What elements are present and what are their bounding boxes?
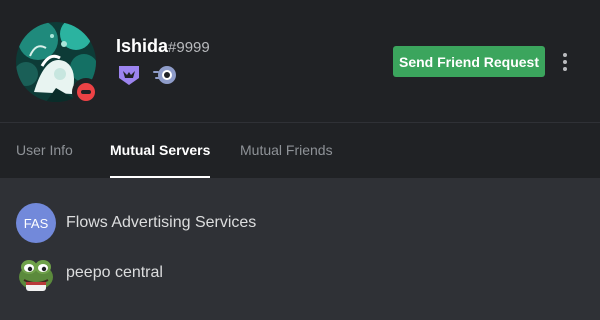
profile-header: Ishida #9999 Send Friend Request [0, 0, 600, 122]
username-row: Ishida #9999 [116, 36, 210, 57]
hypesquad-icon[interactable] [116, 62, 142, 88]
send-friend-request-button[interactable]: Send Friend Request [393, 46, 545, 77]
user-profile-modal: Ishida #9999 Send Friend Request User In… [0, 0, 600, 320]
nitro-boost-icon[interactable] [152, 62, 178, 88]
avatar[interactable] [16, 22, 100, 106]
server-icon: FAS [16, 203, 56, 243]
server-name: peepo central [66, 264, 163, 281]
more-vertical-icon[interactable] [556, 49, 574, 75]
tab-mutual-servers[interactable]: Mutual Servers [110, 123, 211, 178]
do-not-disturb-icon [77, 83, 95, 101]
tab-user-info[interactable]: User Info [16, 123, 73, 178]
discriminator: #9999 [168, 39, 210, 56]
peepo-frog-icon [16, 253, 56, 293]
list-item[interactable]: peepo central [16, 253, 576, 293]
list-item[interactable]: FAS Flows Advertising Services [16, 203, 576, 243]
status-indicator [72, 78, 100, 106]
server-name: Flows Advertising Services [66, 214, 257, 231]
tab-mutual-friends[interactable]: Mutual Friends [240, 123, 333, 178]
username: Ishida [116, 36, 169, 56]
profile-badges [116, 62, 178, 88]
profile-tabs: User Info Mutual Servers Mutual Friends [0, 122, 600, 178]
